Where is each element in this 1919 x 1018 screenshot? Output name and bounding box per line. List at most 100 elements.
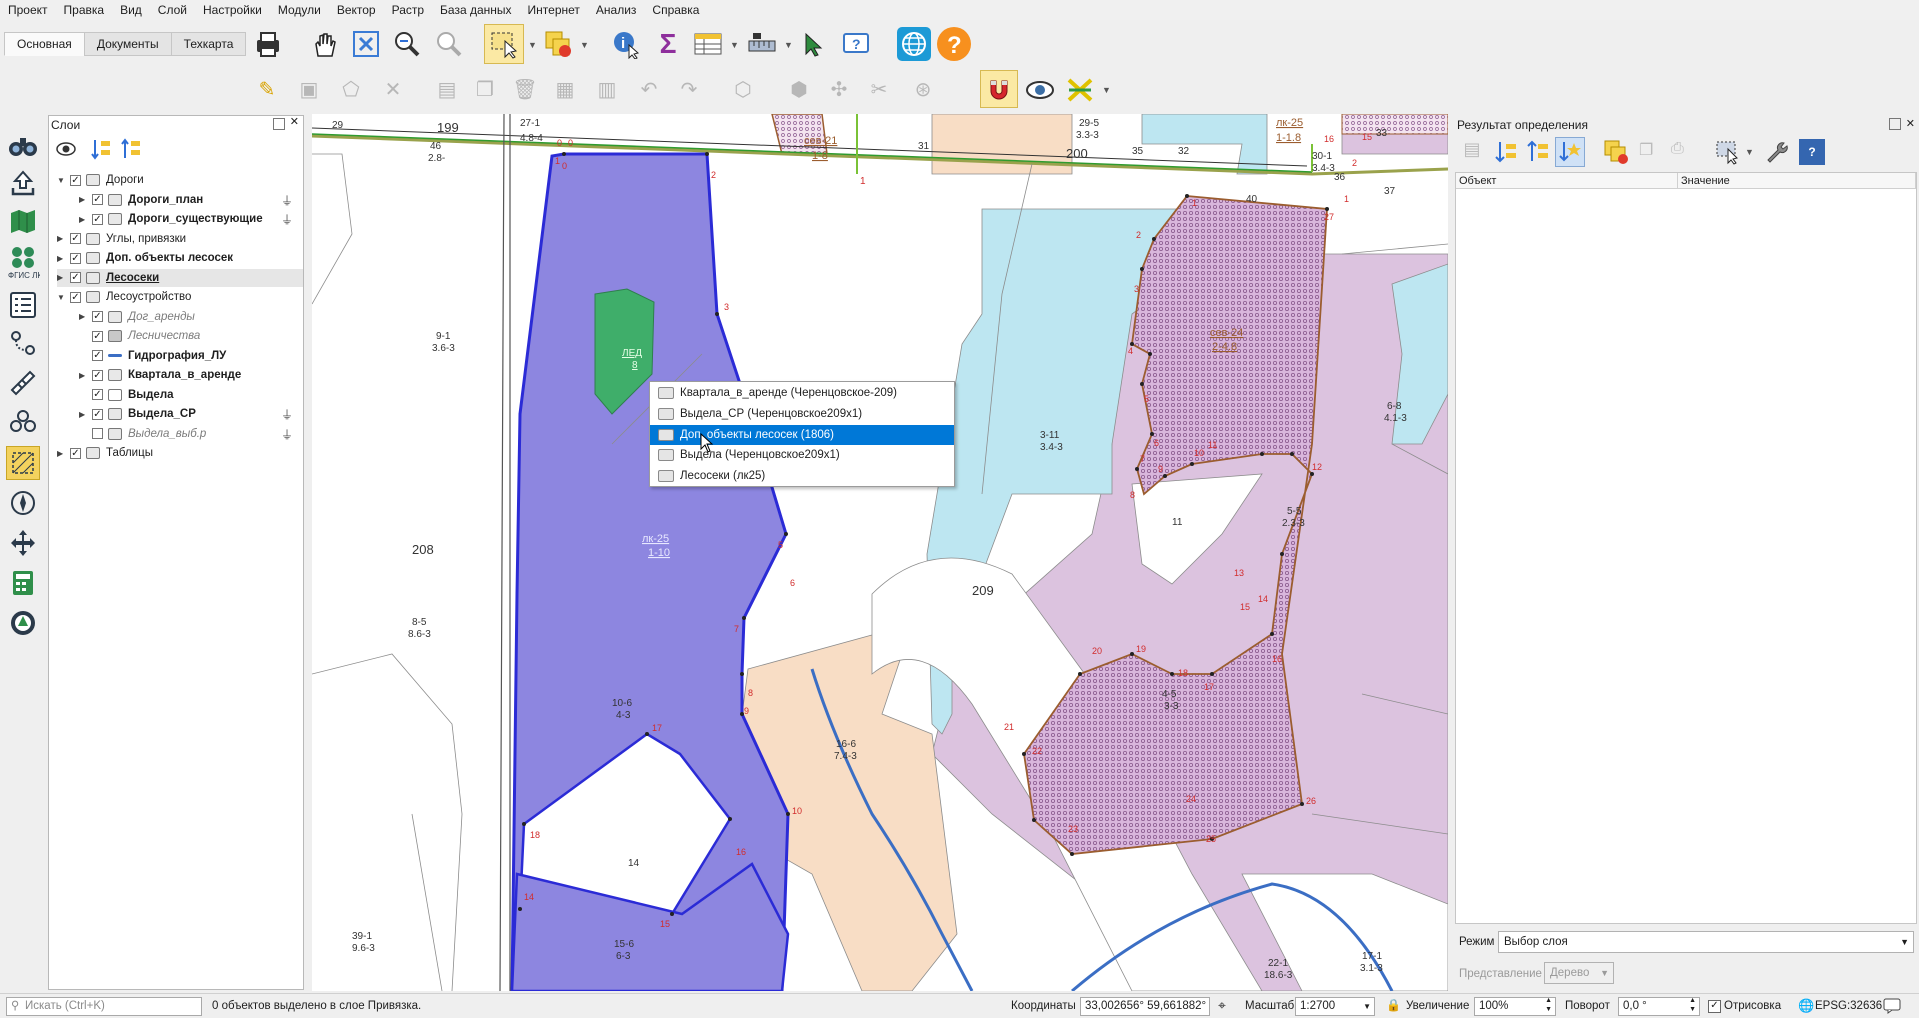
layer-row[interactable]: ▶ ✓ Дороги_план [79,191,203,209]
layer-visibility-checkbox[interactable]: ✓ [70,291,81,303]
binoculars-icon[interactable] [6,128,40,162]
tracing-icon[interactable] [1062,72,1098,108]
clear-results-icon[interactable] [1603,139,1629,165]
layer-visibility-checkbox[interactable] [92,428,103,439]
layer-visibility-checkbox[interactable]: ✓ [92,408,103,420]
statistics-sum-icon[interactable]: Σ [650,26,686,62]
add-feature-icon[interactable]: ⬠ [334,72,368,106]
measure-dropdown-icon[interactable]: ▼ [784,40,794,50]
zoom-out-icon[interactable] [430,26,466,62]
menu-item[interactable]: База данных [432,0,519,20]
menu-item[interactable]: Анализ [588,0,645,20]
route-points-icon[interactable] [6,326,40,360]
calculator-icon[interactable] [6,566,40,600]
help-question-icon[interactable]: ? [934,24,974,64]
layer-filter-icon[interactable]: ⏚ [281,192,293,209]
toggle-extents-icon[interactable]: ⌖ [1218,997,1226,1014]
float-panel-icon[interactable] [273,118,285,130]
menu-item[interactable]: Проект [0,0,56,20]
layer-visibility-checkbox[interactable]: ✓ [92,213,103,225]
table-dropdown-icon[interactable]: ▼ [730,40,740,50]
select-features-icon[interactable] [484,24,524,64]
layer-visibility-checkbox[interactable]: ✓ [92,350,103,361]
collapse-arrow-icon[interactable]: ▼ [57,293,67,302]
paste-features-icon[interactable]: ▥ [590,72,624,106]
delete-selected-icon[interactable]: 🗑 [508,72,542,106]
expand-arrow-icon[interactable]: ▶ [57,254,67,263]
zoom-full-icon[interactable] [348,26,384,62]
deselect-icon[interactable] [540,26,576,62]
view-select[interactable]: Дерево ▼ [1544,962,1614,984]
modify-attributes-icon[interactable]: ▤ [430,72,464,106]
forest-compass-icon[interactable] [6,606,40,640]
spin-buttons-icon[interactable]: ▲ ▼ [1545,996,1552,1014]
expand-tree-icon[interactable]: ▤ [1459,139,1485,165]
mode-select[interactable]: Выбор слоя ▼ [1498,931,1914,953]
layer-row[interactable]: ▶ ✓ Лесосеки [57,268,303,287]
map-layers-green-icon[interactable] [6,204,40,238]
topology-eye-icon[interactable] [1022,72,1058,108]
layer-filter-icon[interactable]: ⏚ [281,406,293,423]
vertex-tool-icon[interactable]: ✕ [376,72,410,106]
tracing-dropdown-icon[interactable]: ▼ [1102,85,1112,95]
layer-visibility-eye-icon[interactable] [55,140,79,160]
expand-arrow-icon[interactable]: ▶ [79,410,89,419]
crs-globe-icon[interactable]: 🌐 [1798,998,1814,1014]
move-arrows-icon[interactable] [6,526,40,560]
menu-item[interactable]: Слой [150,0,195,20]
compass-icon[interactable] [6,486,40,520]
tab-0[interactable]: Основная [4,32,85,56]
help-icon[interactable]: ? [1799,139,1825,165]
layer-visibility-checkbox[interactable]: ✓ [92,311,103,322]
expand-arrow-icon[interactable]: ▶ [57,273,67,282]
checklist-icon[interactable] [6,288,40,322]
layer-visibility-checkbox[interactable]: ✓ [70,174,81,186]
select-dropdown-icon[interactable]: ▼ [528,40,538,50]
expand-arrow-icon[interactable]: ▶ [57,449,67,458]
crs-label[interactable]: EPSG:32636 [1815,997,1882,1016]
results-tree[interactable]: Объект Значение [1455,172,1917,924]
zoom-in-icon[interactable] [388,26,424,62]
layer-row[interactable]: ▶ ✓ Доп. объекты лесосек [57,249,233,267]
expand-arrow-icon[interactable]: ▶ [79,371,89,380]
messages-icon[interactable] [1882,998,1902,1014]
collapse-all-results-icon[interactable] [1525,139,1551,165]
expand-arrow-icon[interactable]: ▶ [79,312,89,321]
menu-item[interactable]: Настройки [195,0,270,20]
fill-ring-icon[interactable]: ⬢ [782,72,816,106]
whats-this-help-icon[interactable]: ? [838,26,874,62]
menu-item[interactable]: Правка [56,0,113,20]
map-canvas[interactable]: 29 199 27-1 4.8-4 46 2.8- 31 1 200 29-5 … [312,114,1448,991]
layer-visibility-checkbox[interactable]: ✓ [70,233,81,244]
layer-row[interactable]: ✓ Лесничества [79,327,200,345]
spin-buttons-icon[interactable]: ▲ ▼ [1689,996,1696,1014]
caliper-tool-icon[interactable] [6,364,40,398]
copy-feature-icon[interactable]: ❐ [1639,140,1661,164]
split-features-icon[interactable]: ✂ [862,72,896,106]
layer-visibility-checkbox[interactable]: ✓ [70,447,81,459]
expand-all-icon[interactable] [89,138,113,160]
context-menu-item[interactable]: Выдела (Черенцовское209x1) [650,445,954,465]
rotation-field[interactable]: 0,0 ° ▲ ▼ [1618,997,1700,1016]
scale-field[interactable]: 1:2700 ▼ [1295,997,1375,1016]
attribute-table-icon[interactable] [690,26,726,62]
layer-filter-icon[interactable]: ⏚ [281,426,293,443]
layer-row[interactable]: ▶ ✓ Углы, привязки [57,230,186,248]
redo-icon[interactable]: ↷ [672,72,706,106]
menu-item[interactable]: Вид [112,0,150,20]
settings-wrench-icon[interactable] [1763,139,1789,165]
tab-2[interactable]: Техкарта [170,32,247,56]
menu-item[interactable]: Модули [270,0,329,20]
identify-mode-dropdown-icon[interactable]: ▼ [1745,147,1755,157]
render-checkbox[interactable]: ✓ [1708,1000,1721,1013]
upload-icon[interactable] [6,166,40,200]
layer-row[interactable]: ✓ Выдела [79,386,174,404]
lock-scale-icon[interactable]: 🔒 [1386,998,1401,1012]
expand-arrow-icon[interactable]: ▶ [79,215,89,224]
collapse-all-icon[interactable] [119,138,143,160]
close-panel-icon[interactable]: ✕ [290,117,299,128]
magnifier-field[interactable]: 100% ▲ ▼ [1474,997,1556,1016]
menu-item[interactable]: Вектор [329,0,384,20]
merge-icon[interactable]: ⊛ [906,72,940,106]
layer-row[interactable]: ▼ ✓ Дороги [57,171,144,189]
